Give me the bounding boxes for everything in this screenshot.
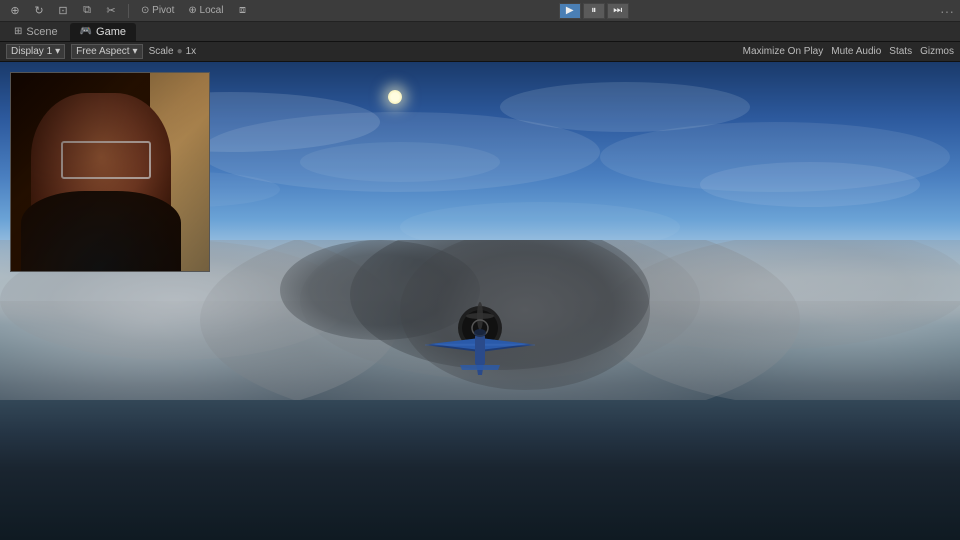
mute-audio-btn[interactable]: Mute Audio — [831, 46, 881, 57]
aspect-dropdown[interactable]: Free Aspect ▾ — [71, 44, 142, 59]
pip-inner — [11, 73, 209, 271]
scale-control[interactable]: Scale ● 1x — [149, 46, 197, 57]
gizmos-btn[interactable]: Gizmos — [920, 46, 954, 57]
toolbar-icon-1[interactable]: ⊕ — [6, 2, 24, 20]
toolbar-icon-2[interactable]: ↻ — [30, 2, 48, 20]
game-toolbar-right: Maximize On Play Mute Audio Stats Gizmos — [743, 46, 954, 57]
pivot-btn[interactable]: ⊙ Pivot — [137, 2, 178, 20]
aspect-label: Free Aspect — [76, 46, 129, 57]
scale-label: Scale — [149, 46, 174, 57]
scale-icon: ● — [177, 46, 183, 57]
scale-value: 1x — [186, 46, 197, 57]
display-label: Display 1 — [11, 46, 52, 57]
toolbar-icon-5[interactable]: ✂ — [102, 2, 120, 20]
main-toolbar: ⊕ ↻ ⊡ ⧉ ✂ ⊙ Pivot ⊕ Local ⧈ ▶ ⏸ ⏭ ··· — [0, 0, 960, 22]
toolbar-icon-4[interactable]: ⧉ — [78, 2, 96, 20]
display-chevron-icon: ▾ — [55, 46, 60, 57]
game-tab-icon: 🎮 — [80, 26, 92, 37]
maximize-on-play-btn[interactable]: Maximize On Play — [743, 46, 824, 57]
game-tab-label: Game — [96, 26, 126, 38]
pip-webcam — [10, 72, 210, 272]
game-toolbar: Display 1 ▾ Free Aspect ▾ Scale ● 1x Max… — [0, 42, 960, 62]
toolbar-more[interactable]: ··· — [940, 3, 954, 19]
toolbar-sep-1 — [128, 4, 129, 18]
tab-scene[interactable]: ⊞ Scene — [4, 23, 68, 41]
local-btn[interactable]: ⊕ Local — [184, 2, 227, 20]
scene-tab-icon: ⊞ — [14, 26, 22, 37]
pip-shadow — [11, 73, 209, 271]
stats-btn[interactable]: Stats — [889, 46, 912, 57]
tab-game[interactable]: 🎮 Game — [70, 23, 136, 41]
toolbar-icon-6[interactable]: ⧈ — [233, 2, 251, 20]
scene-tab-label: Scene — [26, 26, 57, 38]
airplane — [420, 300, 540, 380]
play-button[interactable]: ▶ — [559, 3, 581, 19]
game-view — [0, 62, 960, 540]
step-button[interactable]: ⏭ — [607, 3, 629, 19]
plane-svg — [420, 300, 540, 380]
toolbar-icon-3[interactable]: ⊡ — [54, 2, 72, 20]
playbar: ▶ ⏸ ⏭ — [559, 3, 629, 19]
aspect-chevron-icon: ▾ — [133, 46, 138, 57]
display-dropdown[interactable]: Display 1 ▾ — [6, 44, 65, 59]
tab-bar: ⊞ Scene 🎮 Game — [0, 22, 960, 42]
pause-button[interactable]: ⏸ — [583, 3, 605, 19]
